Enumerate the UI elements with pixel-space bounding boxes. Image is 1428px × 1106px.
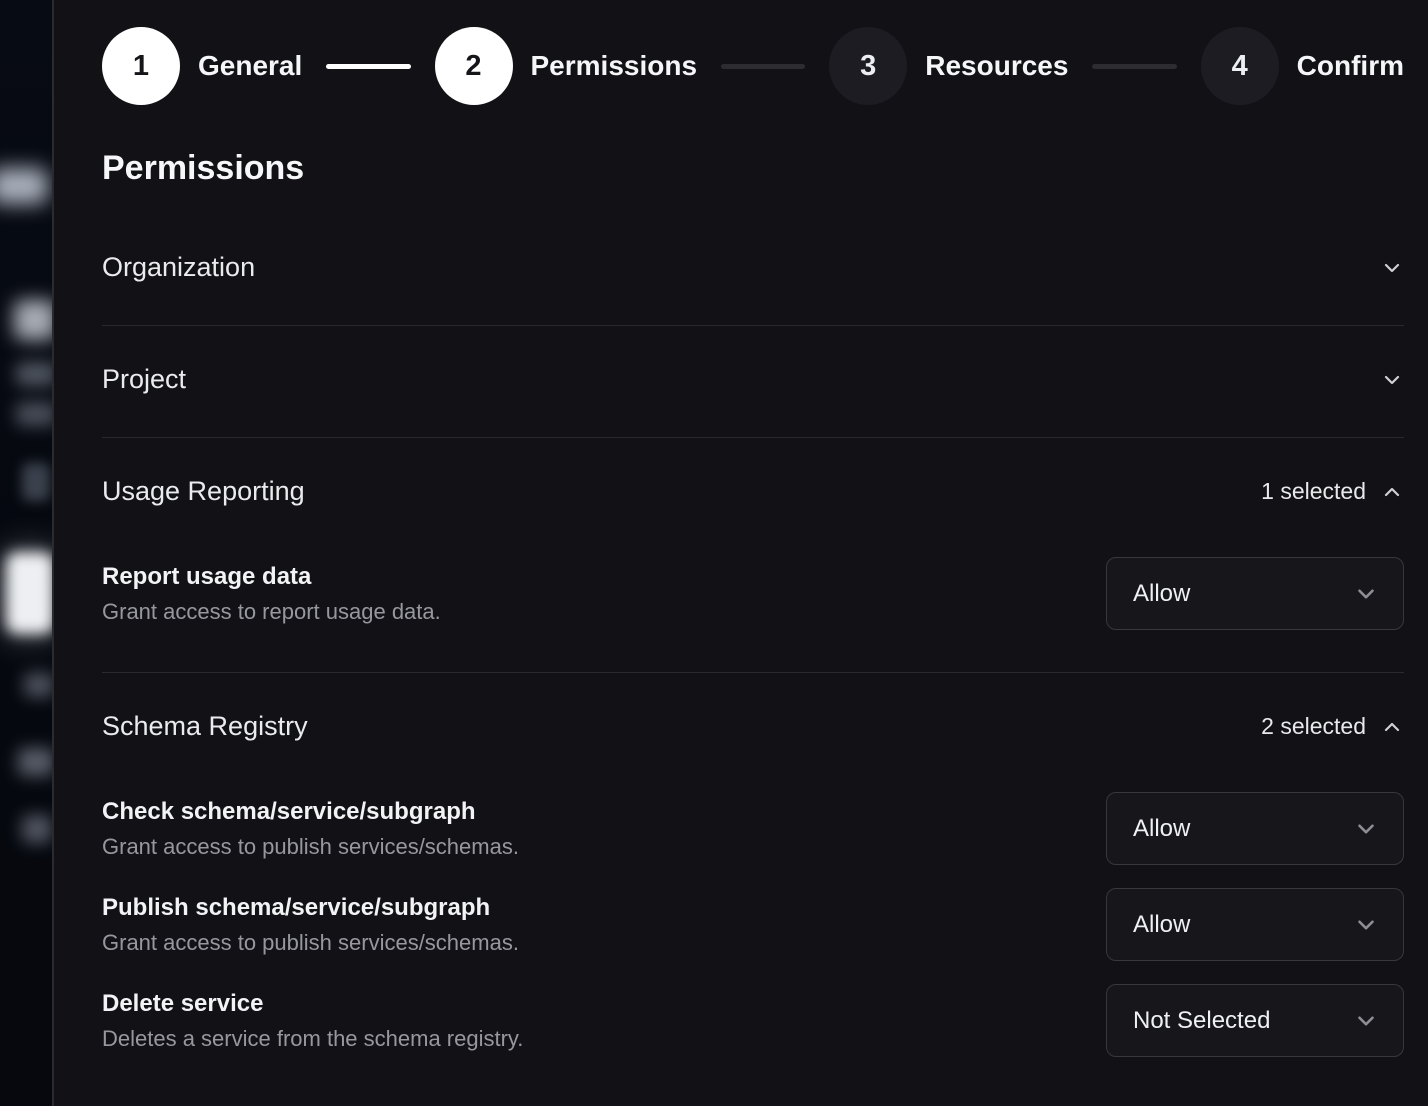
permission-description: Grant access to publish services/schemas…	[102, 834, 519, 860]
section-title: Schema Registry	[102, 711, 308, 742]
permission-items: Check schema/service/subgraph Grant acce…	[102, 792, 1404, 1057]
permission-items: Report usage data Grant access to report…	[102, 557, 1404, 630]
select-value: Allow	[1133, 580, 1190, 608]
step-number-circle: 3	[829, 27, 907, 105]
step-resources[interactable]: 3 Resources	[829, 27, 1068, 105]
section-header-schema-registry[interactable]: Schema Registry 2 selected	[102, 711, 1404, 742]
permission-description: Grant access to report usage data.	[102, 599, 441, 625]
section-header-right: 2 selected	[1261, 713, 1404, 740]
chevron-down-icon	[1380, 256, 1404, 280]
chevron-down-icon	[1380, 368, 1404, 392]
step-label: Resources	[925, 50, 1068, 82]
step-number-circle: 2	[435, 27, 513, 105]
selected-count-badge: 2 selected	[1261, 713, 1366, 740]
section-header-usage-reporting[interactable]: Usage Reporting 1 selected	[102, 476, 1404, 507]
permission-select[interactable]: Not Selected	[1106, 984, 1404, 1057]
permission-item-delete-service: Delete service Deletes a service from th…	[102, 984, 1404, 1057]
chevron-down-icon	[1353, 581, 1379, 607]
chevron-up-icon	[1380, 480, 1404, 504]
permission-text: Report usage data Grant access to report…	[102, 563, 441, 625]
wizard-panel: 1 General 2 Permissions 3 Resources 4 Co…	[54, 0, 1428, 1106]
chevron-down-icon	[1353, 1008, 1379, 1034]
section-title: Usage Reporting	[102, 476, 305, 507]
blurred-logo	[0, 168, 48, 204]
permission-item-check-schema: Check schema/service/subgraph Grant acce…	[102, 792, 1404, 865]
select-value: Not Selected	[1133, 1007, 1270, 1035]
step-label: Confirm	[1297, 50, 1404, 82]
blurred-nav-item	[24, 673, 54, 697]
permission-sections: Organization Project Usage Rep	[102, 214, 1404, 1099]
chevron-down-icon	[1353, 912, 1379, 938]
blurred-text-line	[16, 402, 54, 426]
blurred-nav-item	[22, 815, 52, 843]
select-value: Allow	[1133, 815, 1190, 843]
blurred-nav-item	[18, 748, 54, 776]
step-connector	[326, 64, 410, 69]
chevron-down-icon	[1353, 816, 1379, 842]
section-organization: Organization	[102, 214, 1404, 326]
permission-item-report-usage-data: Report usage data Grant access to report…	[102, 557, 1404, 630]
permission-description: Deletes a service from the schema regist…	[102, 1026, 523, 1052]
permission-select[interactable]: Allow	[1106, 792, 1404, 865]
permission-text: Check schema/service/subgraph Grant acce…	[102, 798, 519, 860]
section-project: Project	[102, 326, 1404, 438]
permission-title: Report usage data	[102, 563, 441, 591]
permission-title: Publish schema/service/subgraph	[102, 894, 519, 922]
step-label: Permissions	[531, 50, 698, 82]
blurred-text-line	[16, 362, 54, 386]
blurred-icon	[22, 463, 50, 501]
section-usage-reporting: Usage Reporting 1 selected Report usage …	[102, 438, 1404, 673]
permission-text: Publish schema/service/subgraph Grant ac…	[102, 894, 519, 956]
permission-description: Grant access to publish services/schemas…	[102, 930, 519, 956]
step-connector	[1092, 64, 1176, 69]
permission-title: Check schema/service/subgraph	[102, 798, 519, 826]
permission-item-publish-schema: Publish schema/service/subgraph Grant ac…	[102, 888, 1404, 961]
blurred-heading	[14, 300, 54, 340]
step-number-circle: 4	[1201, 27, 1279, 105]
selected-count-badge: 1 selected	[1261, 478, 1366, 505]
wizard-stepper: 1 General 2 Permissions 3 Resources 4 Co…	[102, 27, 1404, 105]
step-confirm[interactable]: 4 Confirm	[1201, 27, 1404, 105]
permission-title: Delete service	[102, 990, 523, 1018]
section-schema-registry: Schema Registry 2 selected Check schema/…	[102, 673, 1404, 1099]
step-permissions[interactable]: 2 Permissions	[435, 27, 698, 105]
step-general[interactable]: 1 General	[102, 27, 302, 105]
section-header-project[interactable]: Project	[102, 364, 1404, 395]
blurred-active-card	[6, 552, 54, 634]
permission-select[interactable]: Allow	[1106, 888, 1404, 961]
chevron-up-icon	[1380, 715, 1404, 739]
section-title: Project	[102, 364, 186, 395]
step-label: General	[198, 50, 302, 82]
step-number-circle: 1	[102, 27, 180, 105]
permission-text: Delete service Deletes a service from th…	[102, 990, 523, 1052]
app-root: 1 General 2 Permissions 3 Resources 4 Co…	[0, 0, 1428, 1106]
select-value: Allow	[1133, 911, 1190, 939]
section-header-organization[interactable]: Organization	[102, 252, 1404, 283]
page-title: Permissions	[102, 149, 1404, 188]
section-header-right: 1 selected	[1261, 478, 1404, 505]
permission-select[interactable]: Allow	[1106, 557, 1404, 630]
blurred-sidebar	[0, 0, 54, 1106]
step-connector	[721, 64, 805, 69]
section-title: Organization	[102, 252, 255, 283]
